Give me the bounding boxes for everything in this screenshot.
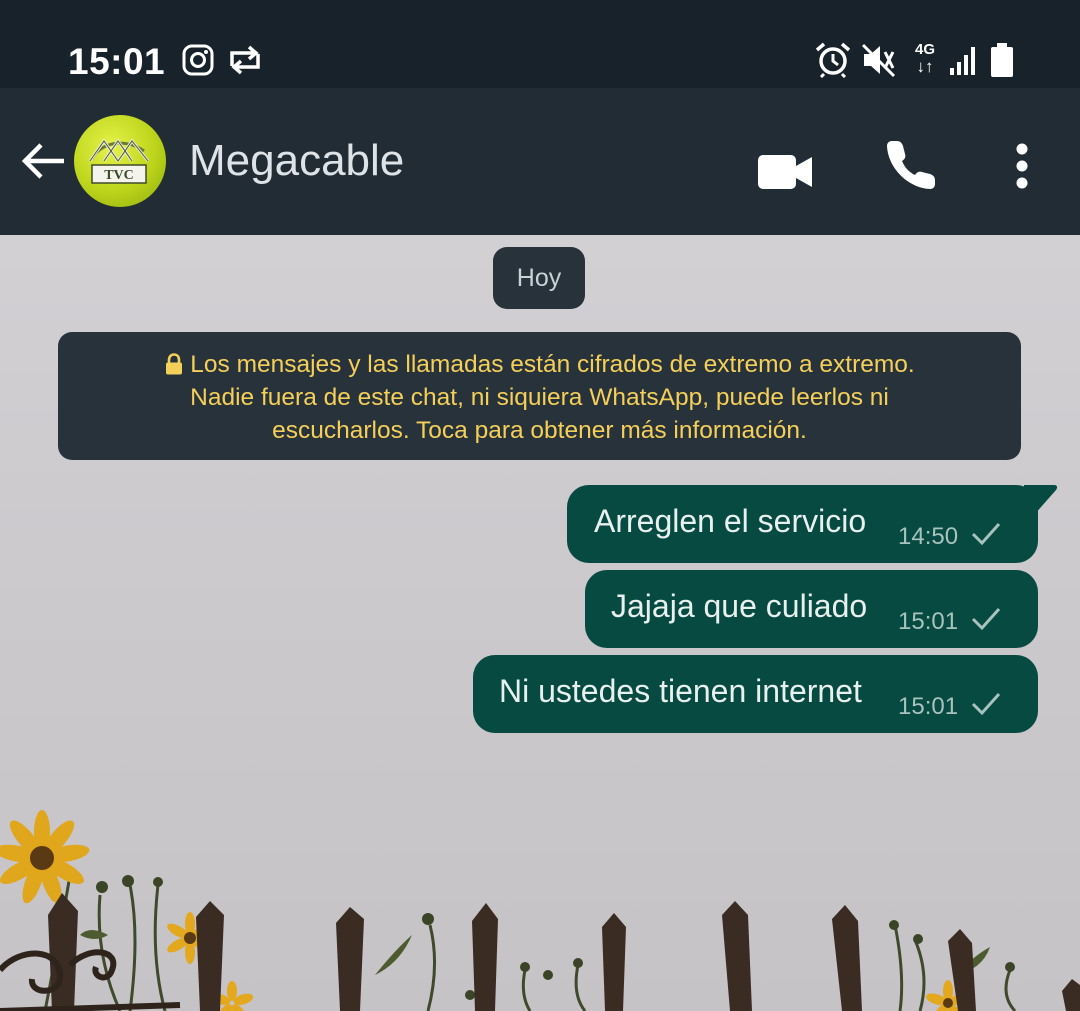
network-type: 4G ↓↑ — [912, 42, 938, 76]
encryption-notice[interactable]: Los mensajes y las llamadas están cifrad… — [58, 332, 1021, 460]
message-time: 15:01 — [898, 608, 959, 635]
message-time: 14:50 — [898, 523, 959, 550]
instagram-icon — [182, 44, 214, 76]
megacable-logo: TVC — [88, 138, 150, 184]
message-time: 15:01 — [898, 693, 959, 720]
message-bubble-outgoing[interactable]: Arreglen el servicio 14:50 — [567, 485, 1038, 563]
status-bar: 15:01 4G ↓↑ — [0, 0, 1080, 88]
message-bubble-outgoing[interactable]: Jajaja que culiado 15:01 — [585, 570, 1038, 648]
chat-header: TVC Megacable — [0, 88, 1080, 235]
encryption-notice-line-3: escucharlos. Toca para obtener más infor… — [272, 417, 807, 444]
signal-icon — [950, 47, 975, 75]
back-arrow-icon[interactable] — [18, 136, 68, 186]
vibrate-icon — [861, 43, 896, 78]
lock-icon — [166, 353, 183, 375]
more-options-icon[interactable] — [1008, 138, 1036, 194]
date-chip: Hoy — [493, 247, 585, 309]
svg-text:TVC: TVC — [104, 168, 134, 183]
battery-icon — [991, 43, 1013, 77]
alarm-icon — [815, 42, 851, 78]
data-arrows-icon: ↓↑ — [916, 57, 934, 76]
single-check-icon — [971, 692, 1001, 716]
status-time: 15:01 — [68, 41, 166, 82]
message-bubble-outgoing[interactable]: Ni ustedes tienen internet 15:01 — [473, 655, 1038, 733]
phone-icon[interactable] — [884, 136, 938, 192]
encryption-notice-line-2: Nadie fuera de este chat, ni siquiera Wh… — [190, 384, 889, 411]
contact-name[interactable]: Megacable — [189, 134, 404, 188]
message-text: Ni ustedes tienen internet — [499, 673, 862, 709]
video-call-icon[interactable] — [756, 144, 814, 200]
encryption-notice-line-1: Los mensajes y las llamadas están cifrad… — [88, 348, 991, 381]
single-check-icon — [971, 522, 1001, 546]
message-text: Arreglen el servicio — [594, 503, 867, 539]
message-text: Jajaja que culiado — [611, 588, 868, 624]
sync-icon — [230, 45, 260, 75]
contact-avatar[interactable]: TVC — [74, 115, 166, 207]
chat-area[interactable]: Hoy Los mensajes y las llamadas están ci… — [0, 235, 1080, 1011]
single-check-icon — [971, 607, 1001, 631]
